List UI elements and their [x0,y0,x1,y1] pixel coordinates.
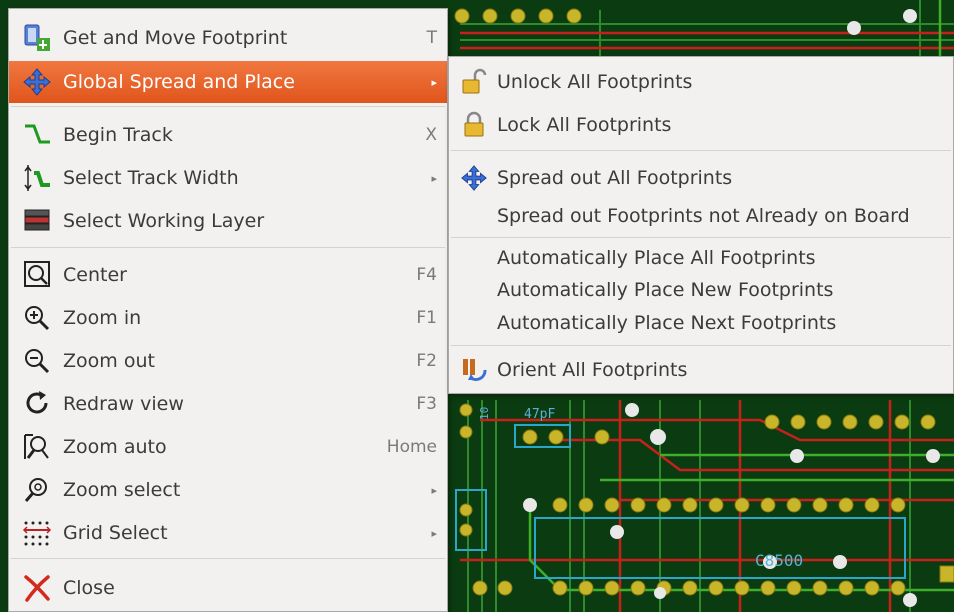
shortcut-label: Home [386,437,437,457]
grid-icon [17,512,57,554]
menu-item-select-track-width[interactable]: Select Track Width ▸ [9,157,447,199]
submenu-item-spread-all[interactable]: Spread out All Footprints [449,163,953,193]
menu-separator [451,345,951,346]
zoom-in-icon [17,297,57,339]
submenu-item-label: Spread out All Footprints [497,167,733,189]
begin-track-icon [17,114,57,156]
menu-item-label: Begin Track [63,124,173,146]
submenu-item-label: Lock All Footprints [497,114,672,136]
menu-item-center[interactable]: Center F4 [9,254,447,296]
menu-separator [11,558,445,559]
menu-item-label: Redraw view [63,393,184,415]
menu-item-label: Get and Move Footprint [63,27,288,49]
submenu-item-unlock-all[interactable]: Unlock All Footprints [449,67,953,97]
shortcut-label: F3 [416,394,437,414]
submenu-item-auto-place-new[interactable]: Automatically Place New Footprints [449,275,953,305]
layers-icon [17,200,57,242]
get-move-footprint-icon [17,17,57,59]
close-icon [17,567,57,609]
submenu-item-label: Automatically Place New Footprints [497,279,834,301]
menu-item-label: Grid Select [63,522,168,544]
menu-item-zoom-in[interactable]: Zoom in F1 [9,297,447,339]
submenu-arrow-icon: ▸ [431,526,437,540]
zoom-auto-icon [17,426,57,468]
menu-item-label: Center [63,264,127,286]
menu-item-label: Zoom select [63,479,181,501]
submenu-item-orient-all[interactable]: Orient All Footprints [449,355,953,385]
submenu-item-label: Automatically Place Next Footprints [497,312,837,334]
menu-item-get-move-footprint[interactable]: Get and Move Footprint T [9,17,447,59]
submenu-item-label: Unlock All Footprints [497,71,693,93]
redraw-icon [17,383,57,425]
move-arrows-icon [457,164,491,192]
track-width-icon [17,157,57,199]
submenu-arrow-icon: ▸ [431,171,437,185]
menu-item-zoom-select[interactable]: Zoom select ▸ [9,469,447,511]
submenu-item-label: Automatically Place All Footprints [497,247,816,269]
submenu-item-spread-not-on-board[interactable]: Spread out Footprints not Already on Boa… [449,201,953,231]
menu-item-global-spread-place[interactable]: Global Spread and Place ▸ [9,61,447,103]
center-icon [17,254,57,296]
zoom-select-icon [17,469,57,511]
orient-icon [457,356,491,384]
pcb-label-small: 10 [478,407,491,420]
unlock-icon [457,68,491,96]
menu-item-select-working-layer[interactable]: Select Working Layer [9,200,447,242]
menu-item-label: Zoom in [63,307,142,329]
submenu-item-auto-place-all[interactable]: Automatically Place All Footprints [449,243,953,273]
menu-item-redraw-view[interactable]: Redraw view F3 [9,383,447,425]
menu-item-zoom-auto[interactable]: Zoom auto Home [9,426,447,468]
lock-icon [457,111,491,139]
pcb-label-ref: C8500 [755,551,803,570]
menu-item-label: Select Working Layer [63,210,265,232]
zoom-out-icon [17,340,57,382]
menu-item-zoom-out[interactable]: Zoom out F2 [9,340,447,382]
menu-separator [11,247,445,248]
shortcut-label: F1 [416,308,437,328]
shortcut-label: X [425,125,437,145]
submenu-global-spread-place: Unlock All Footprints Lock All Footprint… [448,56,954,394]
shortcut-label: T [426,28,437,48]
menu-separator [451,237,951,238]
menu-item-label: Close [63,577,115,599]
move-arrows-icon [17,61,57,103]
menu-separator [451,150,951,151]
submenu-arrow-icon: ▸ [431,75,437,89]
submenu-item-label: Spread out Footprints not Already on Boa… [497,205,910,227]
submenu-item-auto-place-next[interactable]: Automatically Place Next Footprints [449,308,953,338]
submenu-item-lock-all[interactable]: Lock All Footprints [449,110,953,140]
menu-separator [11,106,445,107]
shortcut-label: F2 [416,351,437,371]
shortcut-label: F4 [416,265,437,285]
menu-item-grid-select[interactable]: Grid Select ▸ [9,512,447,554]
menu-item-close[interactable]: Close [9,567,447,609]
menu-item-label: Zoom out [63,350,155,372]
menu-item-begin-track[interactable]: Begin Track X [9,114,447,156]
context-menu: Get and Move Footprint T Global Spread a… [8,8,448,612]
menu-item-label: Zoom auto [63,436,167,458]
menu-item-label: Select Track Width [63,167,239,189]
submenu-arrow-icon: ▸ [431,483,437,497]
submenu-item-label: Orient All Footprints [497,359,688,381]
pcb-label-cap: 47pF [524,407,555,422]
menu-item-label: Global Spread and Place [63,71,295,93]
